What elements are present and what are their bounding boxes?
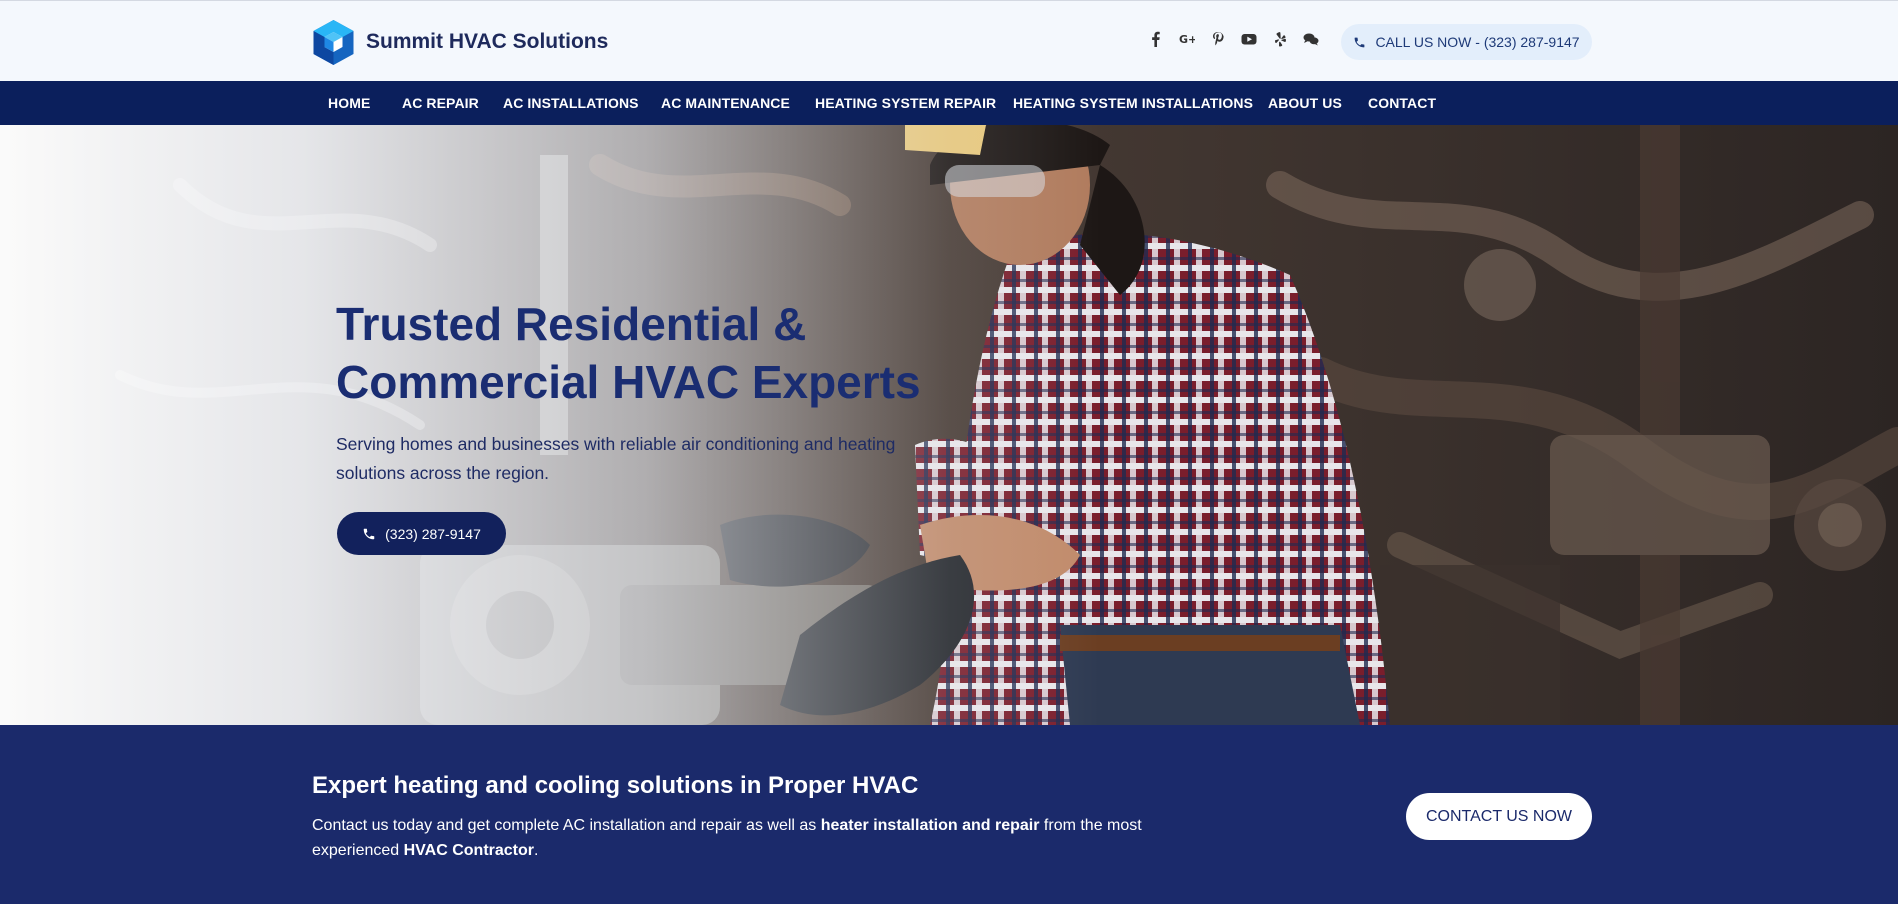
- svg-text:G+: G+: [1179, 33, 1195, 46]
- call-us-now-label: CALL US NOW - (323) 287-9147: [1375, 34, 1580, 50]
- hero-subtitle: Serving homes and businesses with reliab…: [336, 434, 896, 483]
- social-links: G+: [1148, 30, 1334, 48]
- hero-section: Trusted Residential & Commercial HVAC Ex…: [0, 125, 1898, 725]
- brand-logo[interactable]: Summit HVAC Solutions: [311, 18, 608, 66]
- cta-section: Expert heating and cooling solutions in …: [0, 725, 1898, 904]
- hero-title-line-2: Commercial HVAC Experts: [336, 356, 921, 408]
- youtube-icon[interactable]: [1241, 30, 1257, 48]
- cta-text-bold-2: HVAC Contractor: [403, 842, 534, 859]
- google-plus-icon[interactable]: G+: [1179, 30, 1195, 48]
- call-us-now-button[interactable]: CALL US NOW - (323) 287-9147: [1341, 24, 1592, 60]
- cta-title: Expert heating and cooling solutions in …: [312, 772, 919, 799]
- nav-ac-repair[interactable]: AC REPAIR: [402, 81, 479, 125]
- pinterest-icon[interactable]: [1210, 30, 1226, 48]
- phone-icon: [363, 528, 375, 539]
- hexagon-cube-logo-icon: [313, 20, 354, 65]
- hero-title: Trusted Residential & Commercial HVAC Ex…: [336, 295, 1036, 411]
- contact-us-now-button[interactable]: CONTACT US NOW: [1406, 793, 1592, 840]
- hero-title-line-1: Trusted Residential &: [336, 298, 807, 350]
- cta-text-part-3: .: [534, 842, 539, 859]
- hero-phone-label: (323) 287-9147: [385, 525, 481, 542]
- nav-home[interactable]: HOME: [328, 81, 370, 125]
- facebook-icon[interactable]: [1148, 30, 1164, 48]
- hero-technician-photo: [0, 125, 1898, 725]
- nav-heating-system-repair[interactable]: HEATING SYSTEM REPAIR: [815, 81, 996, 125]
- nav-ac-installations[interactable]: AC INSTALLATIONS: [503, 81, 639, 125]
- cta-text-part-1: Contact us today and get complete AC ins…: [312, 817, 821, 834]
- phone-icon: [1355, 37, 1365, 47]
- main-navigation: HOME AC REPAIR AC INSTALLATIONS AC MAINT…: [0, 81, 1898, 125]
- nav-heating-system-installations[interactable]: HEATING SYSTEM INSTALLATIONS: [1013, 81, 1253, 125]
- hero-phone-button[interactable]: (323) 287-9147: [337, 512, 506, 555]
- nav-ac-maintenance[interactable]: AC MAINTENANCE: [661, 81, 790, 125]
- chat-icon[interactable]: [1303, 30, 1319, 48]
- cta-description: Contact us today and get complete AC ins…: [312, 813, 1192, 863]
- brand-name: Summit HVAC Solutions: [366, 30, 609, 53]
- nav-contact[interactable]: CONTACT: [1368, 81, 1436, 125]
- top-header: Summit HVAC Solutions G+ CALL US NOW - (…: [0, 0, 1898, 81]
- yelp-icon[interactable]: [1272, 30, 1288, 48]
- nav-about-us[interactable]: ABOUT US: [1268, 81, 1342, 125]
- cta-text-bold-1: heater installation and repair: [820, 817, 1040, 834]
